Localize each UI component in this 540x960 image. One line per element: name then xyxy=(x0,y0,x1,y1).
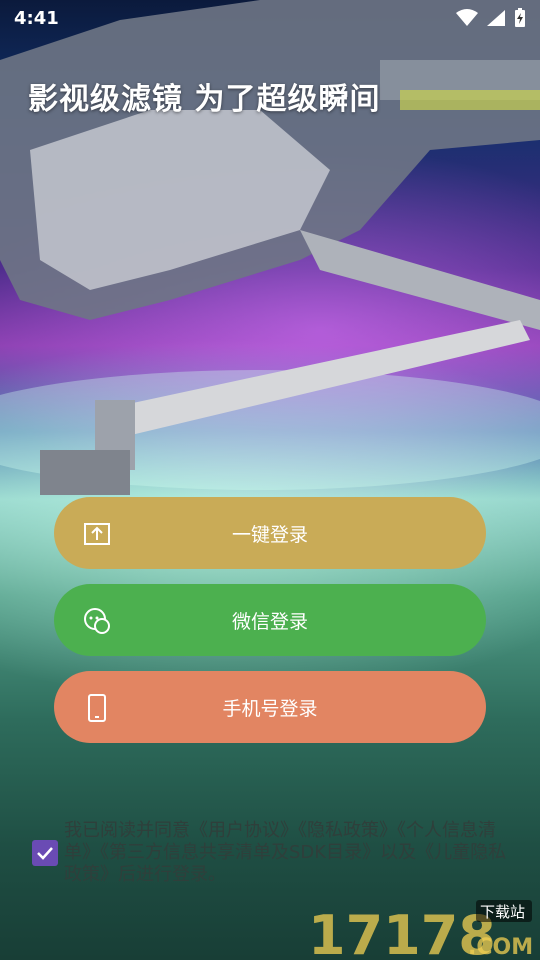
wechat-login-button[interactable]: 微信登录 xyxy=(54,584,486,656)
agreement-section: 我已阅读并同意《用户协议》《隐私政策》《个人信息清单》《第三方信息共享清单及SD… xyxy=(32,820,512,886)
agreement-text[interactable]: 我已阅读并同意《用户协议》《隐私政策》《个人信息清单》《第三方信息共享清单及SD… xyxy=(64,820,512,886)
svg-text:.COM: .COM xyxy=(468,935,533,958)
phone-login-button[interactable]: 手机号登录 xyxy=(54,671,486,743)
one-key-login-label: 一键登录 xyxy=(231,523,308,546)
watermark-logo: 17178 .COM 下载站 xyxy=(308,900,533,958)
upload-box-icon xyxy=(84,523,110,545)
one-key-login-button[interactable]: 一键登录 xyxy=(54,497,486,569)
status-bar: 4:41 xyxy=(0,0,540,36)
headline: 影视级滤镜 为了超级瞬间 xyxy=(28,82,381,117)
cell-signal-icon xyxy=(487,10,505,26)
battery-charging-icon xyxy=(515,8,525,27)
phone-icon xyxy=(88,694,106,722)
wechat-login-label: 微信登录 xyxy=(231,610,308,633)
wechat-icon xyxy=(84,608,110,634)
svg-text:下载站: 下载站 xyxy=(480,903,525,921)
phone-login-label: 手机号登录 xyxy=(222,697,318,720)
status-time: 4:41 xyxy=(14,7,59,29)
background-image xyxy=(0,0,540,960)
check-icon xyxy=(37,847,53,860)
agreement-checkbox[interactable] xyxy=(32,840,58,866)
wifi-icon xyxy=(456,9,478,26)
